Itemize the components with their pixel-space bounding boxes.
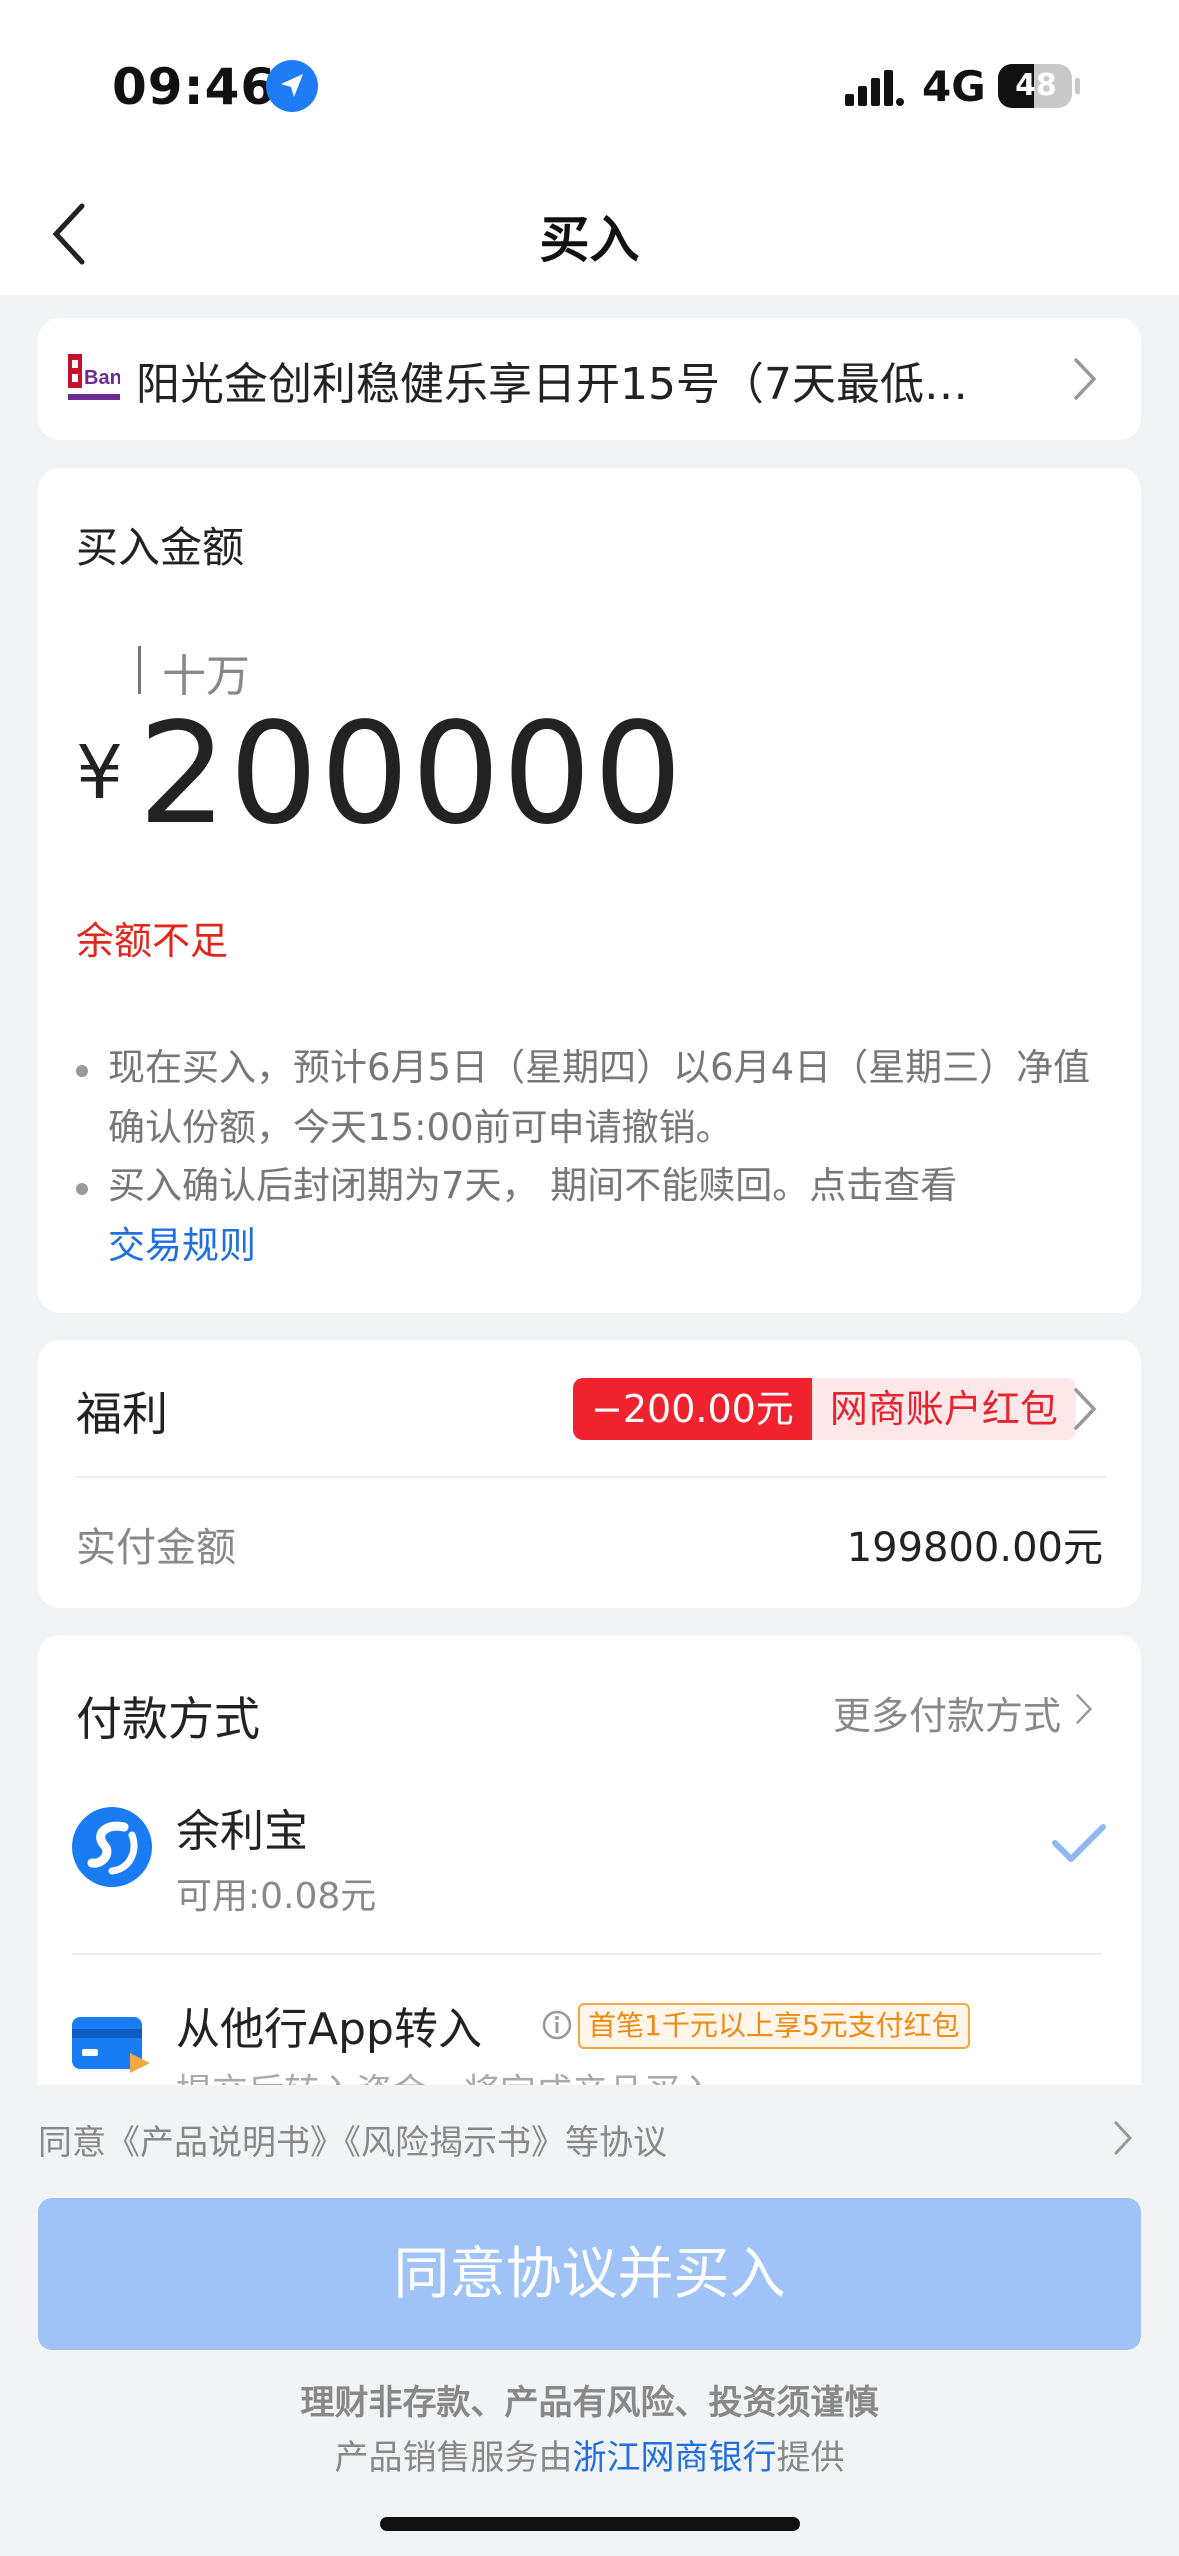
home-indicator bbox=[380, 2517, 800, 2531]
actual-pay-value: 199800.00元 bbox=[846, 1525, 1103, 1571]
amount-input[interactable]: 200000 bbox=[138, 693, 684, 856]
status-time: 09:46 bbox=[112, 58, 277, 116]
coupon-badge[interactable]: −200.00元 网商账户红包 bbox=[573, 1378, 1076, 1440]
more-payment-link[interactable]: 更多付款方式 bbox=[833, 1685, 1061, 1740]
amount-card: 买入金额 十万 ¥ 200000 余额不足 现在买入，预计6月5日（星期四）以6… bbox=[38, 468, 1141, 1313]
signal-strength-icon bbox=[845, 70, 904, 106]
payment-method-available: 可用:0.08元 bbox=[176, 1876, 377, 1917]
agreement-link[interactable]: 同意《产品说明书》《风险揭示书》等协议 bbox=[38, 2115, 667, 2164]
bank-card-icon bbox=[72, 2017, 150, 2073]
payment-method-hint: 提交后转入资金，将完成产品买入 bbox=[176, 2063, 716, 2085]
product-selector[interactable]: Bank 阳光金创利稳健乐享日开15号（7天最低… bbox=[38, 318, 1141, 440]
input-cursor bbox=[138, 646, 141, 694]
divider bbox=[72, 1953, 1102, 1955]
risk-disclaimer: 理财非存款、产品有风险、投资须谨慎 bbox=[300, 2383, 879, 2423]
yulibao-icon bbox=[72, 1807, 152, 1887]
location-arrow-icon bbox=[266, 60, 318, 112]
lockup-note-text: 买入确认后封闭期为7天， 期间不能赎回。点击查看 bbox=[108, 1164, 958, 1207]
provider-suffix: 提供 bbox=[776, 2438, 845, 2478]
welfare-label: 福利 bbox=[76, 1387, 168, 1441]
battery-level: 48 bbox=[1015, 68, 1057, 103]
currency-symbol: ¥ bbox=[76, 730, 124, 816]
payment-method-name[interactable]: 余利宝 bbox=[176, 1795, 308, 1859]
provider-bank-link[interactable]: 浙江网商银行 bbox=[573, 2438, 777, 2478]
lockup-note: 买入确认后封闭期为7天， 期间不能赎回。点击查看 交易规则 bbox=[108, 1156, 1108, 1276]
chevron-right-icon bbox=[1076, 1694, 1093, 1724]
trade-rules-link[interactable]: 交易规则 bbox=[108, 1224, 256, 1267]
promo-badge: 首笔1千元以上享5元支付红包 bbox=[578, 2003, 970, 2049]
agree-and-buy-button[interactable]: 同意协议并买入 bbox=[38, 2198, 1141, 2350]
info-icon[interactable] bbox=[541, 2009, 573, 2041]
payment-title: 付款方式 bbox=[76, 1692, 260, 1746]
amount-label: 买入金额 bbox=[76, 523, 245, 572]
network-type: 4G bbox=[922, 62, 986, 111]
nav-bar: 买入 bbox=[0, 170, 1179, 295]
payment-card: 付款方式 更多付款方式 余利宝 可用:0.08元 从他行App转入 首笔1千元以… bbox=[38, 1635, 1141, 2085]
provider-prefix: 产品销售服务由 bbox=[334, 2438, 573, 2478]
check-icon bbox=[1052, 1824, 1106, 1862]
confirmation-note: 现在买入，预计6月5日（星期四）以6月4日（星期三）净值确认份额，今天15:00… bbox=[108, 1046, 1091, 1149]
divider bbox=[76, 1476, 1106, 1478]
chevron-right-icon bbox=[1114, 2121, 1133, 2155]
balance-warning: 余额不足 bbox=[76, 919, 229, 963]
provider-text: 产品销售服务由浙江网商银行提供 bbox=[0, 2430, 1179, 2479]
bullet-dot bbox=[76, 1065, 88, 1077]
status-bar: 09:46 4G 48 bbox=[0, 0, 1179, 170]
payment-method-name[interactable]: 从他行App转入 bbox=[176, 1993, 482, 2057]
actual-pay-label: 实付金额 bbox=[76, 1525, 236, 1571]
welfare-card[interactable]: 福利 −200.00元 网商账户红包 实付金额 199800.00元 bbox=[38, 1340, 1141, 1608]
coupon-description: 网商账户红包 bbox=[811, 1378, 1076, 1440]
bullet-dot bbox=[76, 1183, 88, 1195]
coupon-amount: −200.00元 bbox=[573, 1378, 812, 1440]
chevron-right-icon bbox=[1074, 1388, 1097, 1430]
bank-logo-text: Bank bbox=[84, 367, 120, 389]
product-name: 阳光金创利稳健乐享日开15号（7天最低… bbox=[136, 359, 968, 410]
bank-logo-icon: Bank bbox=[68, 354, 120, 400]
chevron-right-icon bbox=[1074, 358, 1097, 400]
page-title: 买入 bbox=[539, 211, 640, 269]
